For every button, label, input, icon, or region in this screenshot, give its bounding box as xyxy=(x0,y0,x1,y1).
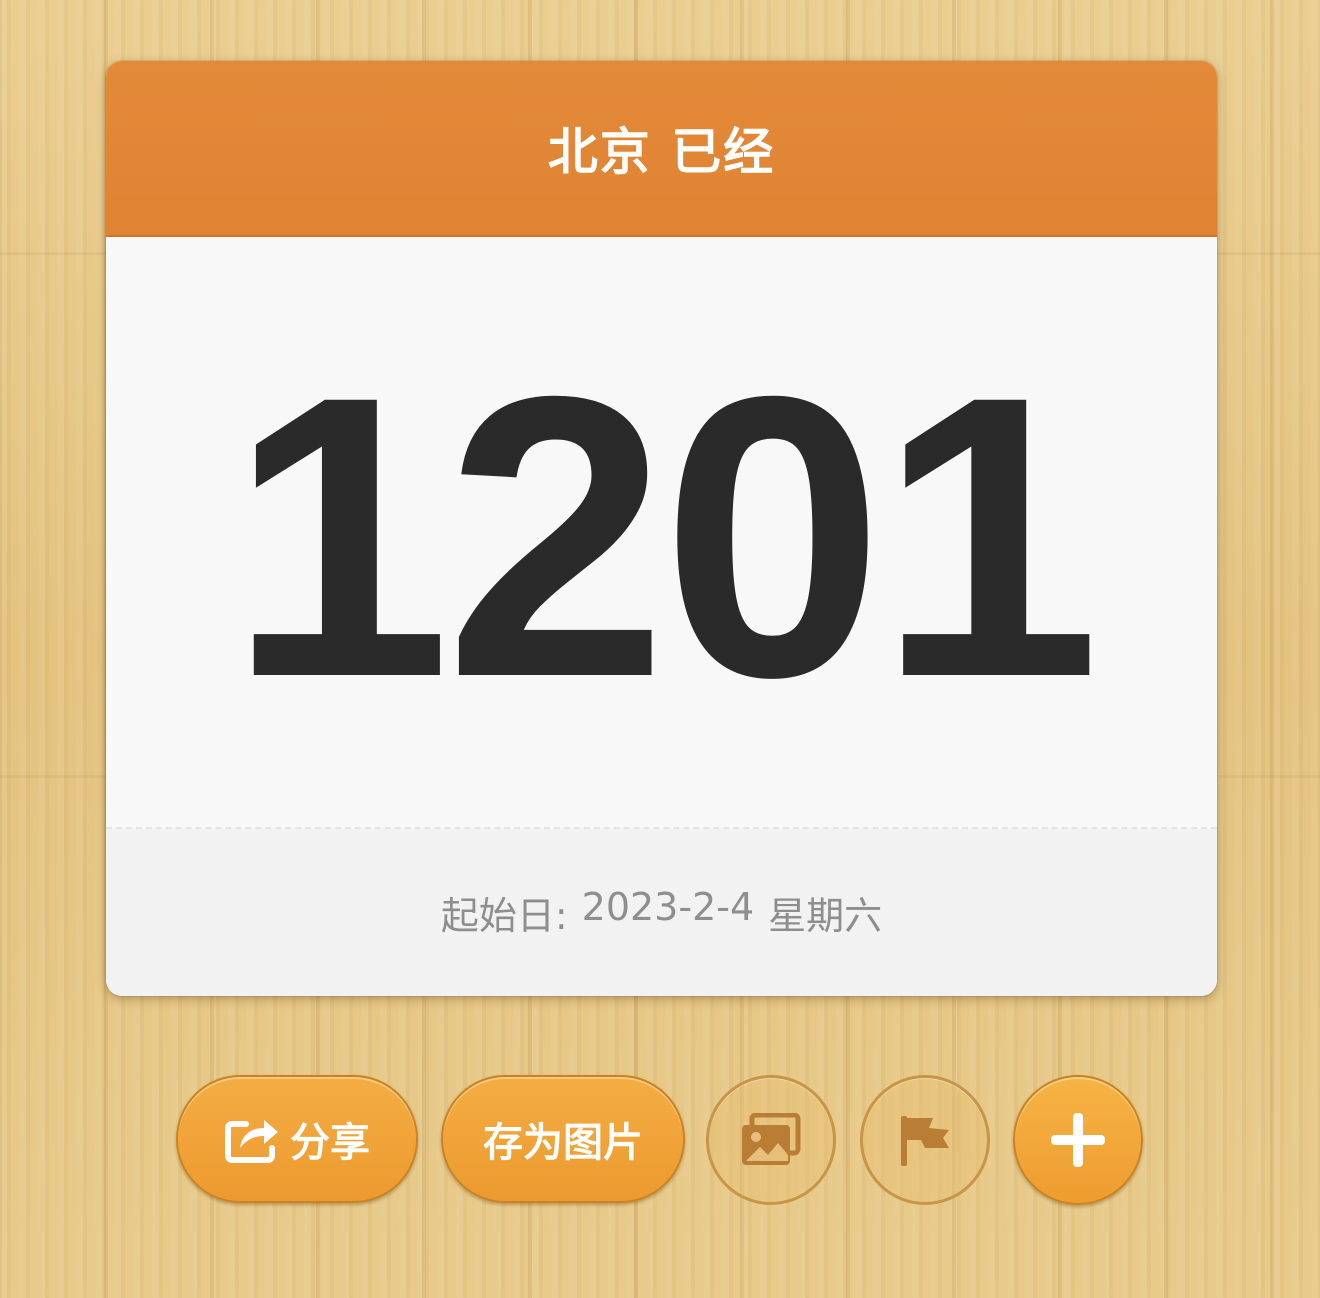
save-image-label: 存为图片 xyxy=(483,1120,643,1166)
card-title: 北京 已经 xyxy=(547,123,776,181)
start-date-weekday: 星期六 xyxy=(768,894,883,938)
add-button[interactable] xyxy=(1013,1075,1143,1205)
flag-button[interactable] xyxy=(860,1075,990,1205)
photo-icon xyxy=(740,1113,802,1167)
start-date-line: 起始日: 2023-2-4 星期六 xyxy=(441,885,882,940)
gallery-button[interactable] xyxy=(706,1075,836,1205)
share-label: 分享 xyxy=(290,1120,370,1166)
card-footer: 起始日: 2023-2-4 星期六 xyxy=(106,829,1217,996)
start-date-label: 起始日: xyxy=(440,894,568,938)
save-image-button[interactable]: 存为图片 xyxy=(441,1075,685,1203)
flag-icon xyxy=(895,1112,955,1168)
countdown-card: 北京 已经 1201 起始日: 2023-2-4 星期六 xyxy=(106,61,1217,996)
card-header: 北京 已经 xyxy=(106,61,1217,237)
share-button[interactable]: 分享 xyxy=(176,1075,418,1203)
card-body: 1201 xyxy=(106,237,1217,827)
start-date-value: 2023-2-4 xyxy=(581,885,755,929)
plus-icon xyxy=(1048,1110,1108,1170)
bottom-toolbar: 分享 存为图片 xyxy=(0,1075,1320,1207)
share-icon xyxy=(224,1114,280,1164)
day-count: 1201 xyxy=(228,313,1101,760)
